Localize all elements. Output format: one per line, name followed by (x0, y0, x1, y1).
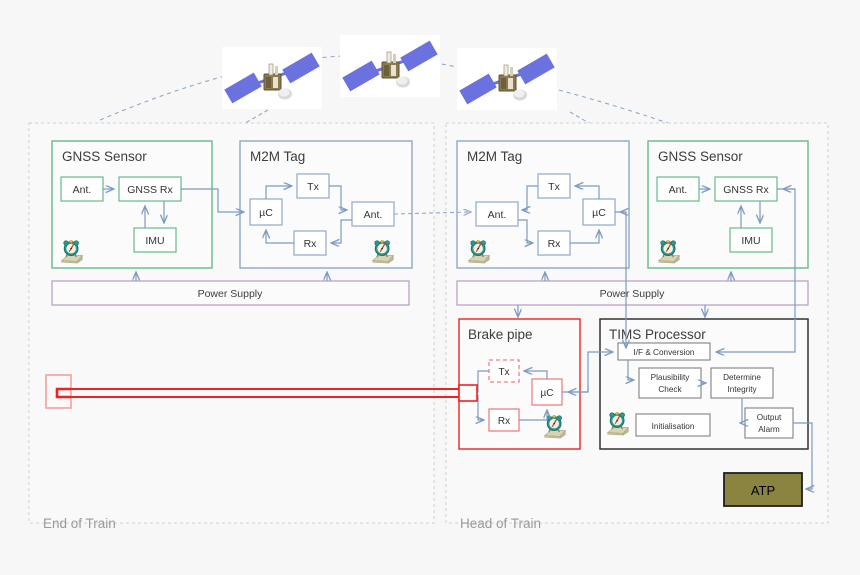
diagram-canvas: End of Train Head of Train GNSS Sensor A… (0, 0, 860, 575)
hot-brake-rx-label: Rx (498, 416, 510, 427)
atp-label: ATP (751, 483, 775, 498)
eot-gnss-ant-label: Ant. (73, 184, 92, 196)
tims-if-conversion-label: I/F & Conversion (634, 348, 695, 357)
tims-plausibility-check-label-2: Check (658, 385, 682, 394)
brake-pipe-entry-port (458, 384, 478, 402)
eot-m2m-uc-label: µC (259, 207, 273, 219)
hot-m2m-ant-label: Ant. (488, 209, 507, 221)
eot-gnss-sensor-title: GNSS Sensor (62, 149, 147, 164)
tims-determine-integrity-label-1: Determine (723, 373, 761, 382)
eot-m2m-tag-title: M2M Tag (250, 149, 305, 164)
tims-output-alarm-label-2: Alarm (758, 425, 780, 434)
hot-m2m-tx-label: Tx (548, 181, 560, 193)
eot-m2m-rx-label: Rx (304, 238, 318, 250)
eot-power-supply-label: Power Supply (198, 288, 264, 300)
tims-initialisation-label: Initialisation (652, 422, 695, 431)
eot-imu-label: IMU (145, 235, 164, 247)
gnss-satellite-icon (222, 47, 322, 109)
hot-brake-pipe-title: Brake pipe (468, 327, 533, 342)
tims-architecture-diagram: End of Train Head of Train GNSS Sensor A… (0, 0, 860, 575)
gnss-satellite-icon (340, 35, 440, 97)
eot-m2m-ant-label: Ant. (364, 209, 383, 221)
eot-gnss-rx-label: GNSS Rx (127, 184, 173, 196)
hot-tims-processor-title: TIMS Processor (609, 327, 706, 342)
tims-determine-integrity-label-2: Integrity (727, 385, 757, 394)
tims-plausibility-check-label-1: Plausibility (651, 373, 691, 382)
hot-m2m-uc-label: µC (592, 207, 606, 219)
hot-gnss-ant-label: Ant. (669, 184, 688, 196)
hot-imu-label: IMU (741, 235, 760, 247)
hot-gnss-sensor-title: GNSS Sensor (658, 149, 743, 164)
hot-brake-tx-label: Tx (498, 367, 509, 378)
hot-power-supply-label: Power Supply (600, 288, 666, 300)
hot-brake-uc-label: µC (541, 388, 554, 399)
tims-output-alarm-label-1: Output (757, 413, 782, 422)
hot-m2m-tag-title: M2M Tag (467, 149, 522, 164)
end-of-train-label: End of Train (43, 516, 116, 531)
eot-m2m-tx-label: Tx (307, 181, 319, 193)
hot-gnss-rx-label: GNSS Rx (723, 184, 769, 196)
head-of-train-label: Head of Train (460, 516, 541, 531)
gnss-satellite-icon (457, 48, 557, 110)
hot-m2m-rx-label: Rx (548, 238, 562, 250)
